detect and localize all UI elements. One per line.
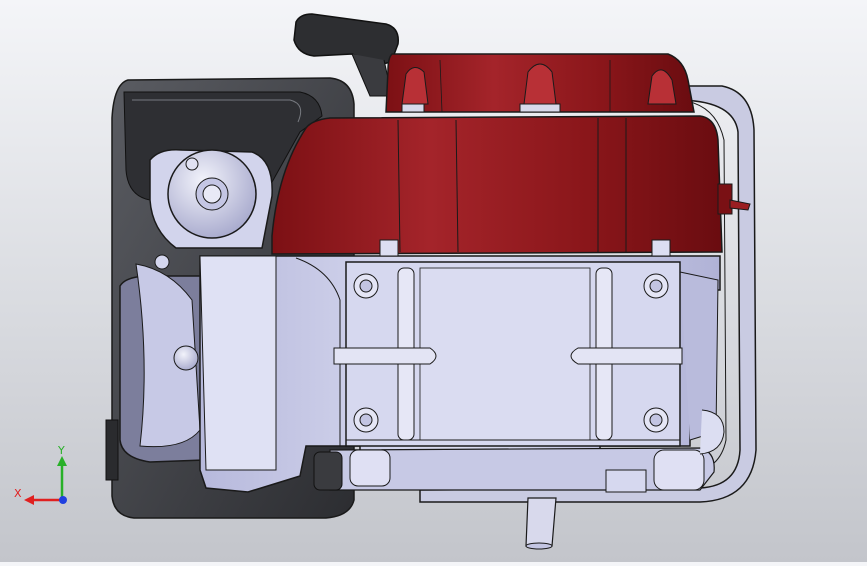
triad-y-label: Y [57, 444, 65, 457]
engine-model-view[interactable]: Y X [0, 0, 867, 562]
governor-cup[interactable] [149, 148, 273, 249]
output-shaft[interactable] [525, 497, 557, 550]
graphics-viewport[interactable]: Y X [0, 0, 867, 562]
triad-x-label: X [14, 487, 22, 500]
reference-triad: Y X [14, 444, 67, 506]
carburetor[interactable] [119, 254, 205, 463]
